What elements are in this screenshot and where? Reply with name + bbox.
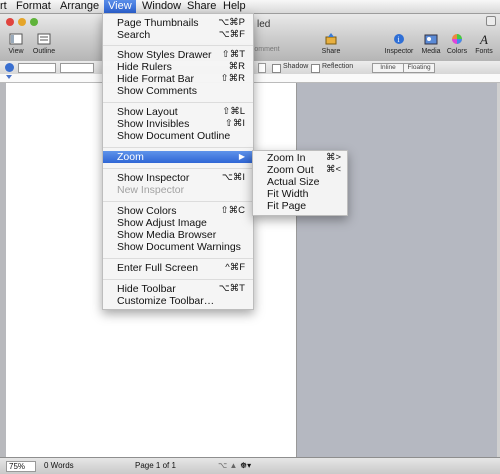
menu-item-search[interactable]: Search ⌥⌘F: [103, 29, 253, 41]
zoom-popup[interactable]: 75%: [6, 461, 36, 472]
view-toolbar-button[interactable]: View: [4, 33, 28, 55]
menu-item-show-colors[interactable]: Show Colors ⇧⌘C: [103, 205, 253, 217]
menu-separator: [103, 168, 253, 169]
colors-icon: [449, 33, 465, 47]
menu-bar: rt Format Arrange View Window Share Help: [0, 0, 500, 14]
menu-item-customize-toolbar[interactable]: Customize Toolbar…: [103, 295, 253, 307]
submenu-item-zoom-in[interactable]: Zoom In ⌘>: [253, 152, 347, 164]
outline-toolbar-label: Outline: [32, 48, 56, 55]
menu-separator: [103, 279, 253, 280]
colors-toolbar-label: Colors: [446, 48, 468, 55]
share-toolbar-button[interactable]: Share: [318, 33, 344, 55]
menu-item-show-layout[interactable]: Show Layout ⇧⌘L: [103, 106, 253, 118]
status-bar: 75% 0 Words Page 1 of 1 ⌥ ▲ ▼ ⚙▾: [0, 457, 500, 474]
fonts-toolbar-label: Fonts: [475, 48, 493, 55]
reflection-checkbox[interactable]: [311, 64, 320, 73]
close-window-button[interactable]: [6, 18, 14, 26]
submenu-item-actual-size[interactable]: Actual Size: [253, 176, 347, 188]
menu-arrange[interactable]: Arrange: [60, 0, 99, 13]
menu-item-new-inspector: New Inspector: [117, 184, 185, 196]
menu-item-show-adjust-image[interactable]: Show Adjust Image: [103, 217, 253, 229]
inspector-toolbar-label: Inspector: [384, 48, 414, 55]
menu-item-show-invisibles[interactable]: Show Invisibles ⇧⌘I: [103, 118, 253, 130]
menu-separator: [103, 201, 253, 202]
page-indicator: Page 1 of 1: [135, 461, 176, 470]
menu-item-page-thumbnails[interactable]: Page Thumbnails ⌥⌘P: [103, 17, 253, 29]
inline-segment[interactable]: Inline: [372, 63, 404, 73]
format-popup[interactable]: [258, 63, 266, 73]
share-icon: [323, 33, 339, 47]
view-icon: [8, 33, 24, 47]
media-icon: [423, 33, 439, 47]
menu-item-hide-rulers[interactable]: Hide Rulers ⌘R: [103, 61, 253, 73]
share-toolbar-label: Share: [321, 48, 341, 55]
view-toolbar-label: View: [8, 48, 24, 55]
menu-item-show-inspector[interactable]: Show Inspector ⌥⌘I: [103, 172, 253, 184]
menu-item-show-document-outline[interactable]: Show Document Outline: [103, 130, 253, 142]
outline-icon: [36, 33, 52, 47]
menu-file-partial[interactable]: rt: [0, 0, 7, 13]
floating-segment[interactable]: Floating: [403, 63, 435, 73]
fullscreen-button[interactable]: [486, 16, 496, 26]
outline-toolbar-button[interactable]: Outline: [30, 33, 58, 55]
word-count: 0 Words: [44, 461, 74, 470]
submenu-item-fit-page[interactable]: Fit Page: [253, 200, 347, 212]
reflection-label: Reflection: [322, 63, 354, 70]
menu-view[interactable]: View: [104, 0, 136, 13]
paragraph-style-popup[interactable]: [18, 63, 56, 73]
menu-help[interactable]: Help: [223, 0, 246, 13]
view-menu: Page Thumbnails ⌥⌘P Search ⌥⌘F Show Styles…: [102, 13, 254, 310]
styles-drawer-button[interactable]: [5, 63, 14, 72]
media-toolbar-label: Media: [421, 48, 441, 55]
menu-window[interactable]: Window: [142, 0, 181, 13]
window-title: led: [257, 19, 271, 30]
menu-share[interactable]: Share: [187, 0, 216, 13]
menu-item-show-styles-drawer[interactable]: Show Styles Drawer ⇧⌘T: [103, 49, 253, 61]
inspector-toolbar-button[interactable]: i Inspector: [382, 33, 416, 55]
comment-toolbar-label: omment: [254, 46, 280, 53]
media-toolbar-button[interactable]: Media: [419, 33, 443, 55]
minimize-window-button[interactable]: [18, 18, 26, 26]
menu-item-show-media-browser[interactable]: Show Media Browser: [103, 229, 253, 241]
menu-separator: [103, 45, 253, 46]
submenu-item-fit-width[interactable]: Fit Width: [253, 188, 347, 200]
fonts-icon: A: [480, 32, 488, 47]
fonts-toolbar-button[interactable]: A Fonts: [472, 32, 496, 56]
menu-separator: [103, 102, 253, 103]
zoom-window-button[interactable]: [30, 18, 38, 26]
menu-item-enter-full-screen[interactable]: Enter Full Screen ^⌘F: [103, 262, 253, 274]
menu-item-show-comments[interactable]: Show Comments: [103, 85, 253, 97]
menu-separator: [103, 147, 253, 148]
menu-format[interactable]: Format: [16, 0, 51, 13]
left-indent-marker[interactable]: [6, 75, 12, 79]
shadow-label: Shadow: [283, 63, 309, 70]
colors-toolbar-button[interactable]: Colors: [445, 33, 469, 55]
action-menu-button[interactable]: ⚙▾: [240, 461, 251, 470]
menu-item-zoom[interactable]: Zoom ▶: [103, 151, 253, 163]
font-family-popup[interactable]: [60, 63, 94, 73]
zoom-submenu: Zoom In ⌘> Zoom Out ⌘< Actual Size Fit Wid…: [252, 150, 348, 216]
inspector-icon: i: [391, 33, 407, 47]
menu-item-hide-toolbar[interactable]: Hide Toolbar ⌥⌘T: [103, 283, 253, 295]
shadow-checkbox[interactable]: [272, 64, 281, 73]
submenu-item-zoom-out[interactable]: Zoom Out ⌘<: [253, 164, 347, 176]
document-background: [297, 83, 497, 457]
submenu-arrow-icon: ▶: [238, 152, 245, 161]
menu-separator: [103, 258, 253, 259]
menu-item-hide-format-bar[interactable]: Hide Format Bar ⇧⌘R: [103, 73, 253, 85]
menu-item-show-document-warnings[interactable]: Show Document Warnings: [103, 241, 253, 253]
zoom-value: 75%: [9, 462, 26, 471]
comment-toolbar-button[interactable]: omment: [252, 46, 282, 53]
